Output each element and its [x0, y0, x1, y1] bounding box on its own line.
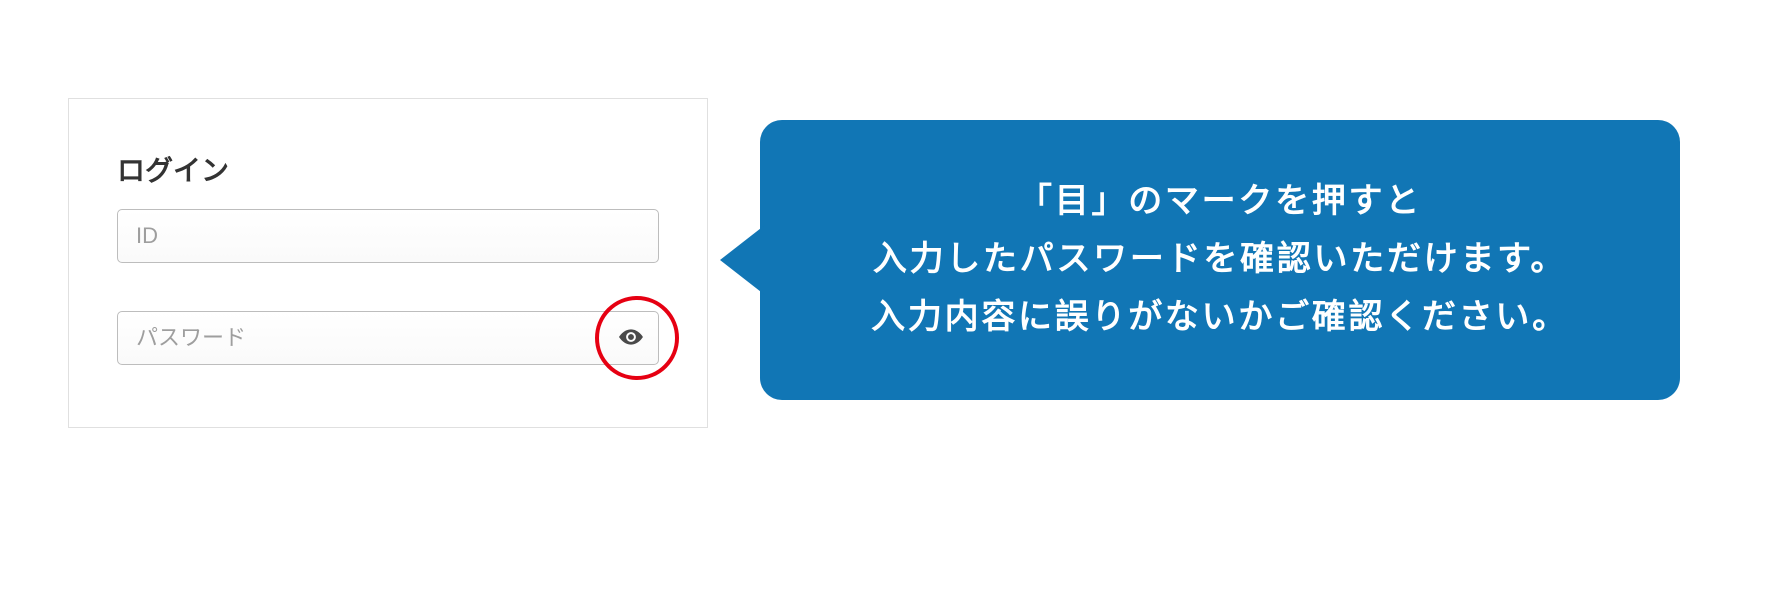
eye-icon: [618, 324, 644, 353]
callout-arrow: [720, 225, 765, 295]
password-field-row: [117, 311, 659, 365]
password-input[interactable]: [117, 311, 659, 365]
id-input[interactable]: [117, 209, 659, 263]
toggle-password-visibility-button[interactable]: [611, 318, 651, 358]
callout-line-3: 入力内容に誤りがないかご確認ください。: [871, 289, 1569, 347]
callout-bubble: 「目」のマークを押すと 入力したパスワードを確認いただけます。 入力内容に誤りが…: [760, 120, 1680, 400]
callout-line-2: 入力したパスワードを確認いただけます。: [873, 231, 1567, 289]
login-card: ログイン: [68, 98, 708, 428]
login-title: ログイン: [117, 149, 659, 189]
id-field-row: [117, 209, 659, 263]
callout-line-1: 「目」のマークを押すと: [1018, 173, 1422, 231]
